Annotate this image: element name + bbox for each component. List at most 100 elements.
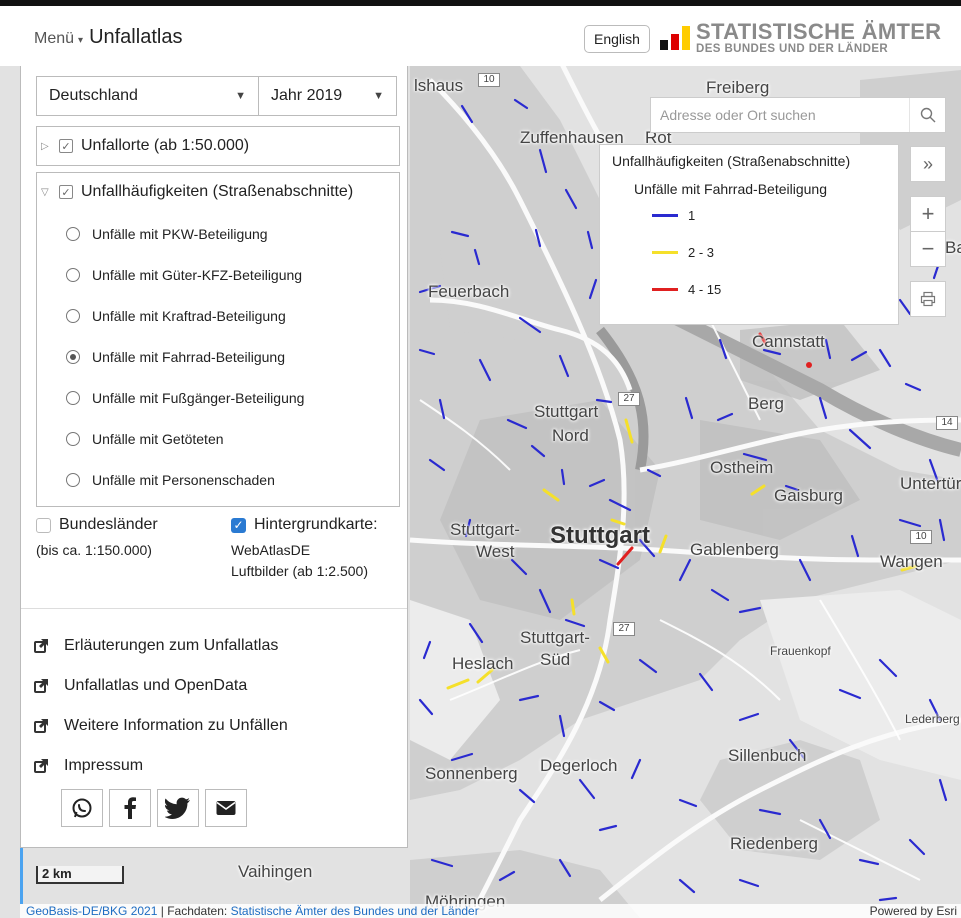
minus-icon: − [921, 236, 935, 261]
hintergrund-line-2: Luftbilder (ab 1:2.500) [231, 563, 368, 579]
radio-option[interactable]: Unfälle mit Güter-KFZ-Beteiligung [37, 254, 399, 295]
legend-title: Unfallhäufigkeiten (Straßenabschnitte) [612, 153, 851, 169]
share-mail-button[interactable] [205, 789, 247, 827]
print-icon [920, 291, 936, 307]
radio-option[interactable]: Unfälle mit Fahrrad-Beteiligung [37, 336, 399, 377]
share-facebook-button[interactable] [109, 789, 151, 827]
link-weitere-info[interactable]: Weitere Information zu Unfällen [33, 706, 288, 746]
radio-button[interactable] [66, 472, 80, 487]
radio-option[interactable]: Unfälle mit Personenschaden [37, 459, 399, 500]
bundeslaender-toggle[interactable]: Bundesländer [36, 516, 158, 534]
layer-label: Unfallhäufigkeiten (Straßenabschnitte) [81, 183, 354, 200]
map-label-ostheim: Ostheim [710, 458, 774, 477]
year-select-value: Jahr 2019 [271, 87, 343, 104]
map-label-sillenbuch: Sillenbuch [728, 746, 807, 765]
statistik-logo[interactable]: STATISTISCHE ÄMTER DES BUNDES UND DER LÄ… [660, 21, 941, 56]
year-select[interactable]: Jahr 2019 ▼ [259, 77, 396, 115]
map-attribution: GeoBasis-DE/BKG 2021 | Fachdaten: Statis… [20, 904, 961, 918]
layer-unfallorte-header[interactable]: ▷ ✓ Unfallorte (ab 1:50.000) [37, 127, 399, 165]
menu-button[interactable]: Menü ▾ Unfallatlas [34, 26, 182, 49]
radio-option[interactable]: Unfälle mit PKW-Beteiligung [37, 213, 399, 254]
attribution-geobasis-link[interactable]: GeoBasis-DE/BKG 2021 [26, 904, 157, 918]
layer-haeufigkeiten-header[interactable]: ▽ ✓ Unfallhäufigkeiten (Straßenabschnitt… [37, 173, 399, 211]
map-label-cannstatt: Cannstatt [752, 332, 825, 351]
layer-checkbox[interactable]: ✓ [59, 139, 73, 153]
hintergrund-line-1: WebAtlasDE [231, 542, 311, 558]
radio-label: Unfälle mit Kraftrad-Beteiligung [92, 307, 286, 324]
mail-icon [216, 801, 236, 815]
radio-button[interactable] [66, 226, 80, 241]
road-shield: 27 [613, 622, 635, 636]
radio-label: Unfälle mit Personenschaden [92, 471, 275, 488]
map-label-bad-partial: Ba [945, 238, 961, 257]
map-label-lshaus: lshaus [414, 76, 464, 95]
link-erlaeuterungen[interactable]: Erläuterungen zum Unfallatlas [33, 626, 288, 666]
layer-checkbox[interactable]: ✓ [59, 185, 73, 199]
legend-swatch-red [652, 288, 678, 291]
external-link-icon [34, 759, 48, 773]
map-label-feuerbach: Feuerbach [428, 282, 510, 301]
external-link-icon [34, 679, 48, 693]
map-label-wangen: Wangen [880, 552, 943, 571]
road-shield: 14 [936, 416, 958, 430]
radio-label: Unfälle mit PKW-Beteiligung [92, 225, 268, 242]
search-button[interactable] [909, 98, 945, 132]
map-label-stuttgart: Stuttgart [550, 522, 650, 549]
map-label-lederberg: Lederberg [905, 712, 960, 726]
map-label-stuttgart-sued-1: Stuttgart- [520, 628, 590, 647]
link-label: Unfallatlas und OpenData [64, 677, 248, 694]
legend-swatch-blue [652, 214, 678, 217]
link-opendata[interactable]: Unfallatlas und OpenData [33, 666, 288, 706]
filter-row: Deutschland ▼ Jahr 2019 ▼ [36, 76, 397, 116]
chevron-down-icon: ▼ [373, 90, 384, 102]
radio-button[interactable] [66, 431, 80, 446]
map-label-heslach: Heslach [452, 654, 514, 673]
collapse-legend-button[interactable]: » [910, 146, 946, 182]
map-label-stuttgart-nord-2: Nord [552, 426, 589, 445]
language-button[interactable]: English [584, 25, 650, 53]
radio-button[interactable] [66, 308, 80, 323]
zoom-in-button[interactable]: + [910, 196, 946, 232]
link-impressum[interactable]: Impressum [33, 746, 288, 786]
radio-button-selected[interactable] [66, 349, 80, 364]
plus-icon: + [921, 201, 935, 226]
bundeslaender-sub: (bis ca. 1:150.000) [36, 542, 152, 558]
map-label-freiberg: Freiberg [706, 78, 770, 97]
map-label-frauenkopf: Frauenkopf [770, 644, 831, 658]
radio-option[interactable]: Unfälle mit Kraftrad-Beteiligung [37, 295, 399, 336]
zoom-out-button[interactable]: − [910, 231, 946, 267]
map-label-gablenberg: Gablenberg [690, 540, 779, 559]
search-icon [920, 107, 935, 123]
share-twitter-button[interactable] [157, 789, 199, 827]
hintergrund-option: ✓ Hintergrundkarte: WebAtlasDE Luftbilde… [231, 516, 378, 582]
print-button[interactable] [910, 281, 946, 317]
legend-label: 4 - 15 [688, 282, 722, 297]
legend-label: 1 [688, 208, 696, 223]
search-input[interactable] [651, 98, 909, 132]
panel-resize-edge[interactable] [20, 848, 23, 904]
whatsapp-icon [72, 798, 92, 818]
radio-button[interactable] [66, 390, 80, 405]
checkbox-unchecked[interactable] [36, 517, 51, 533]
layer-unfallorte: ▷ ✓ Unfallorte (ab 1:50.000) [36, 126, 400, 166]
share-whatsapp-button[interactable] [61, 789, 103, 827]
logo-line-1: STATISTISCHE ÄMTER [696, 19, 942, 44]
hintergrund-toggle[interactable]: ✓ Hintergrundkarte: [231, 516, 378, 534]
share-buttons [61, 789, 247, 827]
map-label-stuttgart-west-1: Stuttgart- [450, 520, 520, 539]
radio-button[interactable] [66, 267, 80, 282]
radio-option[interactable]: Unfälle mit Fußgänger-Beteiligung [37, 377, 399, 418]
map-label-stuttgart-west-2: West [476, 542, 515, 561]
collapse-triangle-icon[interactable]: ▽ [41, 187, 55, 198]
powered-by-esri[interactable]: Powered by Esri [870, 904, 957, 918]
radio-option[interactable]: Unfälle mit Getöteten [37, 418, 399, 459]
checkbox-checked[interactable]: ✓ [231, 517, 246, 533]
flag-logo-icon [660, 26, 690, 51]
map-label-vaihingen: Vaihingen [238, 862, 313, 881]
expand-triangle-icon[interactable]: ▷ [41, 141, 55, 152]
map-label-stuttgart-nord-1: Stuttgart [534, 402, 599, 421]
attribution-statistik-link[interactable]: Statistische Ämter des Bundes und der Lä… [231, 904, 479, 918]
region-select[interactable]: Deutschland ▼ [37, 77, 259, 115]
scale-bar: 2 km [36, 866, 124, 884]
divider [21, 608, 407, 609]
